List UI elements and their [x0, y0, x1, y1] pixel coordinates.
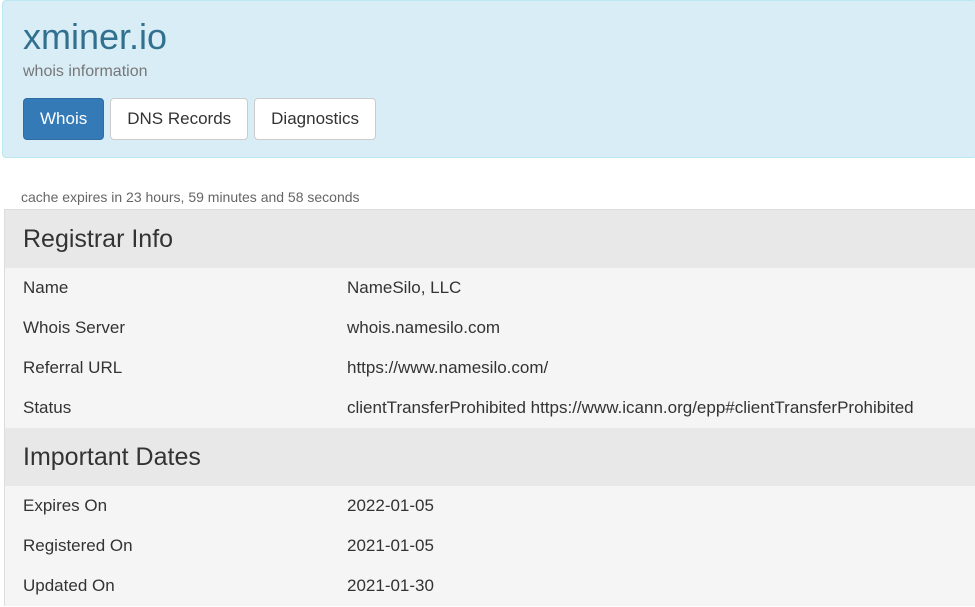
- table-row: Status clientTransferProhibited https://…: [5, 388, 975, 428]
- section-header-important-dates: Important Dates: [5, 428, 975, 486]
- header-panel: xminer.io whois information Whois DNS Re…: [2, 0, 975, 158]
- row-value: clientTransferProhibited https://www.ica…: [347, 398, 914, 417]
- row-key: Name: [23, 278, 69, 297]
- row-key: Registered On: [23, 536, 133, 555]
- tab-whois[interactable]: Whois: [23, 98, 105, 140]
- tab-dns-records[interactable]: DNS Records: [110, 98, 249, 140]
- table-row: Expires On 2022-01-05: [5, 486, 975, 526]
- tab-bar: Whois DNS Records Diagnostics: [23, 98, 377, 140]
- row-value: 2021-01-30: [347, 576, 434, 595]
- row-key: Expires On: [23, 496, 108, 515]
- row-key: Referral URL: [23, 358, 123, 377]
- row-value: https://www.namesilo.com/: [347, 358, 549, 377]
- row-key: Whois Server: [23, 318, 126, 337]
- row-key: Updated On: [23, 576, 115, 595]
- table-row: Updated On 2021-01-30: [5, 566, 975, 606]
- table-row: Referral URL https://www.namesilo.com/: [5, 348, 975, 388]
- table-row: Name NameSilo, LLC: [5, 268, 975, 308]
- whois-table: Registrar Info Name NameSilo, LLC Whois …: [4, 209, 975, 606]
- tab-diagnostics[interactable]: Diagnostics: [254, 98, 377, 140]
- row-value: whois.namesilo.com: [347, 318, 501, 337]
- page-subtitle: whois information: [23, 63, 148, 80]
- section-header-registrar-info: Registrar Info: [5, 210, 975, 268]
- table-row: Registered On 2021-01-05: [5, 526, 975, 566]
- row-value: 2021-01-05: [347, 536, 434, 555]
- table-row: Whois Server whois.namesilo.com: [5, 308, 975, 348]
- row-value: 2022-01-05: [347, 496, 434, 515]
- row-key: Status: [23, 398, 72, 417]
- row-value: NameSilo, LLC: [347, 278, 462, 297]
- page-title: xminer.io: [23, 16, 168, 57]
- cache-expiry-note: cache expires in 23 hours, 59 minutes an…: [21, 189, 360, 205]
